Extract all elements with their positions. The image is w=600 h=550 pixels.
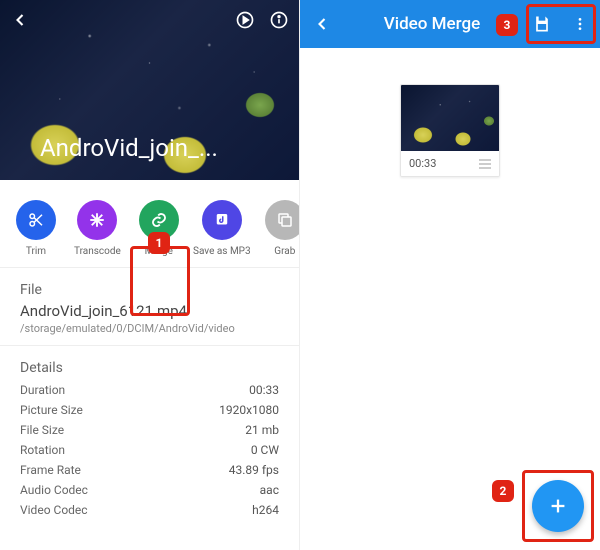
detail-row: Picture Size1920x1080 [20, 400, 279, 420]
clip-card[interactable]: 00:33 [400, 84, 500, 177]
highlight-merge [130, 246, 190, 316]
grab-button[interactable]: Grab [265, 200, 299, 257]
details-heading: Details [20, 360, 279, 376]
save-mp3-button[interactable]: Save as MP3 [197, 200, 247, 257]
callout-3: 3 [496, 14, 518, 36]
clip-list: 00:33 [300, 48, 600, 177]
back-icon[interactable] [312, 14, 332, 34]
detail-row: Frame Rate43.89 fps [20, 460, 279, 480]
detail-row: Duration00:33 [20, 380, 279, 400]
action-label: Trim [26, 246, 46, 257]
detail-row: Audio Codecaac [20, 480, 279, 500]
detail-row: Rotation0 CW [20, 440, 279, 460]
clip-thumbnail [401, 85, 499, 151]
back-icon[interactable] [10, 10, 30, 30]
video-merge-screen: Video Merge 00:33 3 [300, 0, 600, 550]
transcode-button[interactable]: Transcode [74, 200, 121, 257]
link-icon [150, 211, 168, 229]
video-title: AndroVid_join_... [40, 134, 218, 162]
detail-row: Video Codech264 [20, 500, 279, 520]
info-icon[interactable] [269, 10, 289, 30]
file-path: /storage/emulated/0/DCIM/AndroVid/video [20, 322, 279, 335]
asterisk-icon [88, 211, 106, 229]
action-label: Grab [274, 246, 295, 257]
highlight-save [526, 4, 596, 44]
copy-icon [276, 211, 294, 229]
clip-duration: 00:33 [409, 157, 436, 170]
trim-button[interactable]: Trim [16, 200, 56, 257]
video-hero: AndroVid_join_... [0, 0, 299, 180]
video-detail-screen: AndroVid_join_... Trim Transcode Merge S… [0, 0, 300, 550]
details-section: Details Duration00:33 Picture Size1920x1… [0, 345, 299, 530]
scissors-icon [27, 211, 45, 229]
play-outline-icon[interactable] [235, 10, 255, 30]
callout-2: 2 [492, 480, 514, 502]
callout-1: 1 [148, 232, 170, 254]
highlight-add [522, 470, 594, 542]
music-note-icon [213, 211, 231, 229]
appbar-title: Video Merge [346, 14, 518, 34]
drag-handle-icon[interactable] [479, 159, 491, 169]
action-label: Save as MP3 [193, 246, 251, 257]
detail-row: File Size21 mb [20, 420, 279, 440]
action-label: Transcode [74, 246, 121, 257]
